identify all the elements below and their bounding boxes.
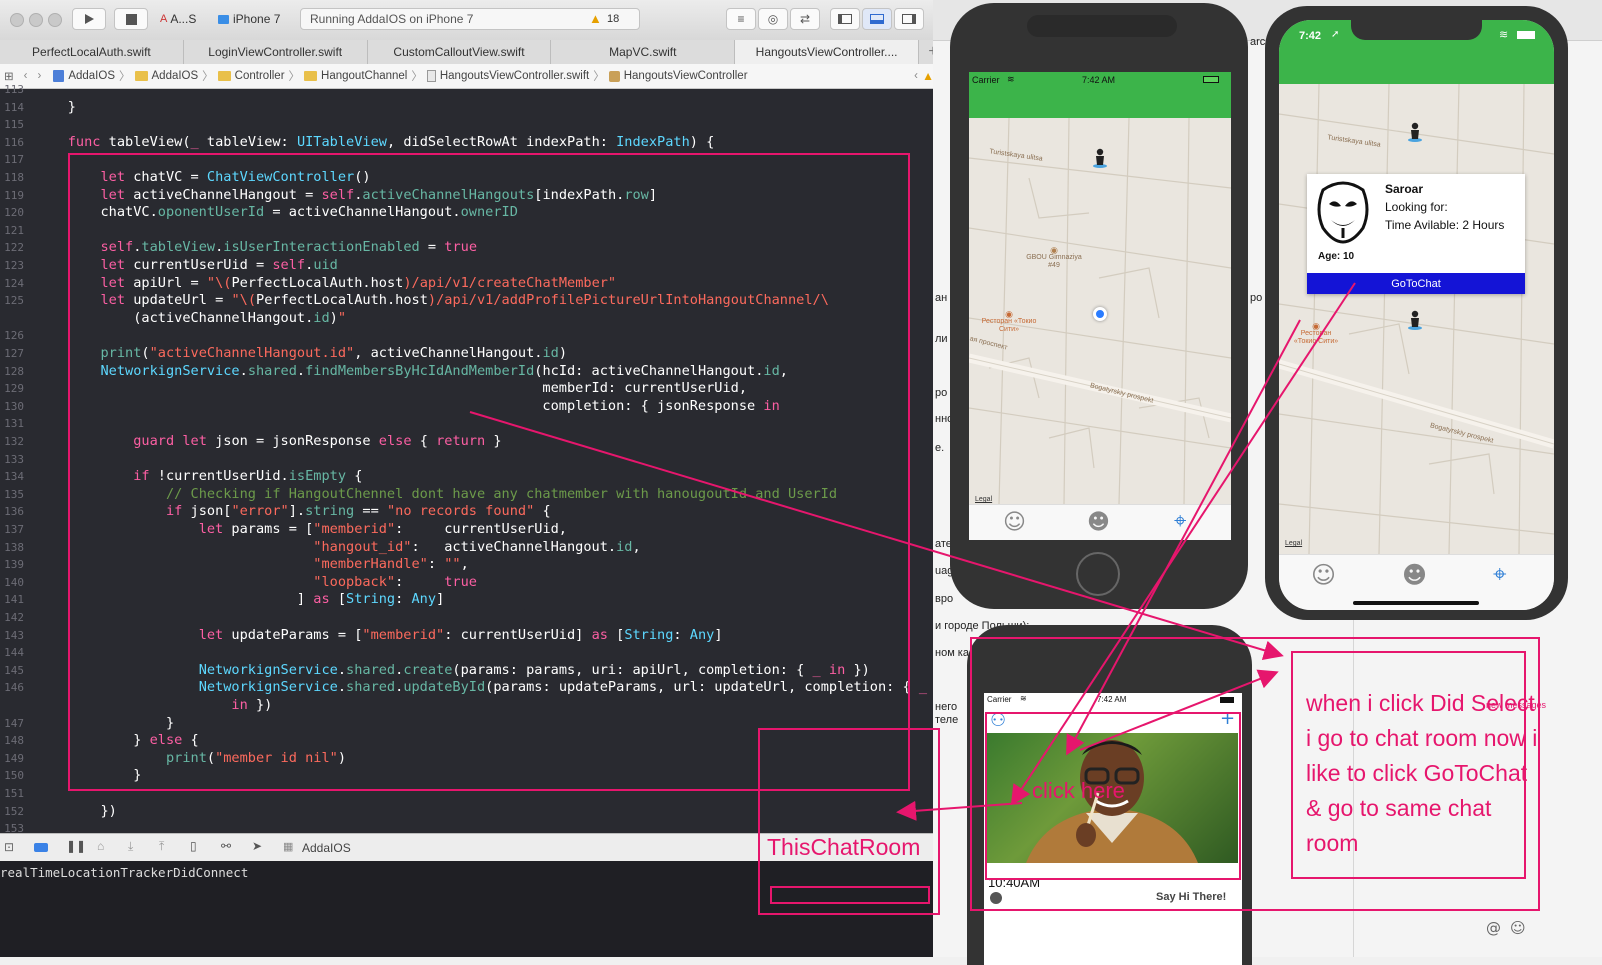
click-here-label: click here	[1032, 778, 1125, 803]
annotation-note: when i click Did Select i go to chat roo…	[1306, 690, 1538, 856]
this-chat-room-label: ThisChatRoom	[767, 834, 921, 860]
